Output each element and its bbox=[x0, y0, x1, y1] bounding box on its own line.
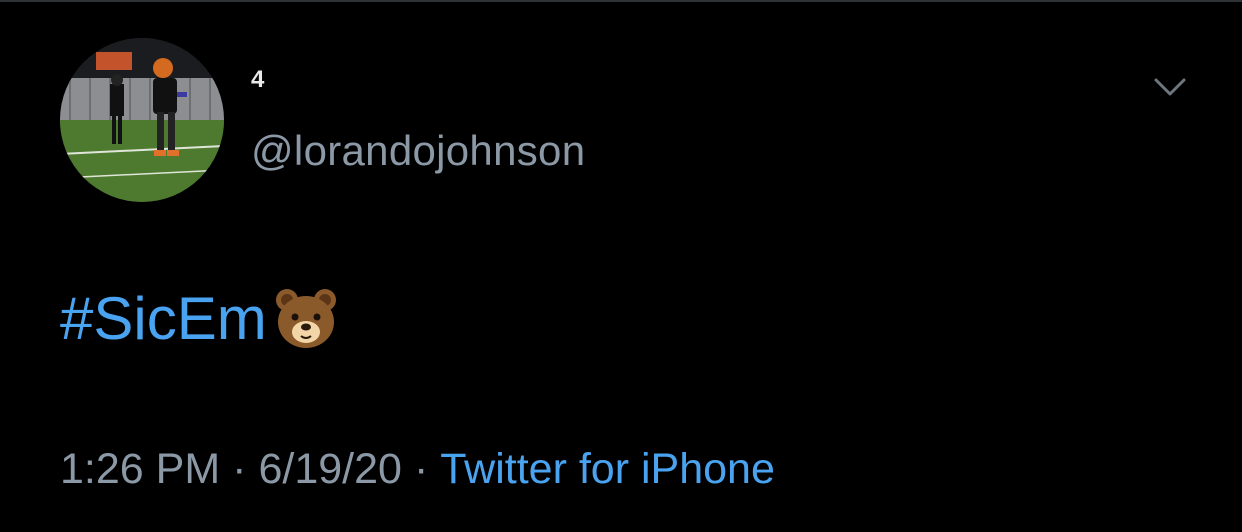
tweet-time[interactable]: 1:26 PM bbox=[60, 445, 220, 493]
tweet-meta: 1:26 PM · 6/19/20 · Twitter for iPhone bbox=[60, 444, 775, 494]
user-handle[interactable]: @lorandojohnson bbox=[251, 126, 585, 176]
avatar-image bbox=[60, 38, 224, 202]
display-name[interactable]: 4 bbox=[251, 66, 264, 94]
tweet-source-link[interactable]: Twitter for iPhone bbox=[440, 445, 775, 493]
tweet-date[interactable]: 6/19/20 bbox=[258, 445, 401, 493]
meta-separator: · bbox=[413, 445, 429, 493]
tweet-detail: 4 @lorandojohnson #SicEm 1:26 PM · 6/19/20… bbox=[0, 0, 1242, 532]
tweet-text: #SicEm bbox=[60, 284, 339, 354]
bear-face-icon bbox=[273, 286, 339, 352]
chevron-down-icon[interactable] bbox=[1150, 72, 1190, 102]
meta-separator: · bbox=[232, 445, 247, 493]
avatar[interactable] bbox=[60, 38, 224, 202]
hashtag-link[interactable]: #SicEm bbox=[60, 284, 267, 354]
